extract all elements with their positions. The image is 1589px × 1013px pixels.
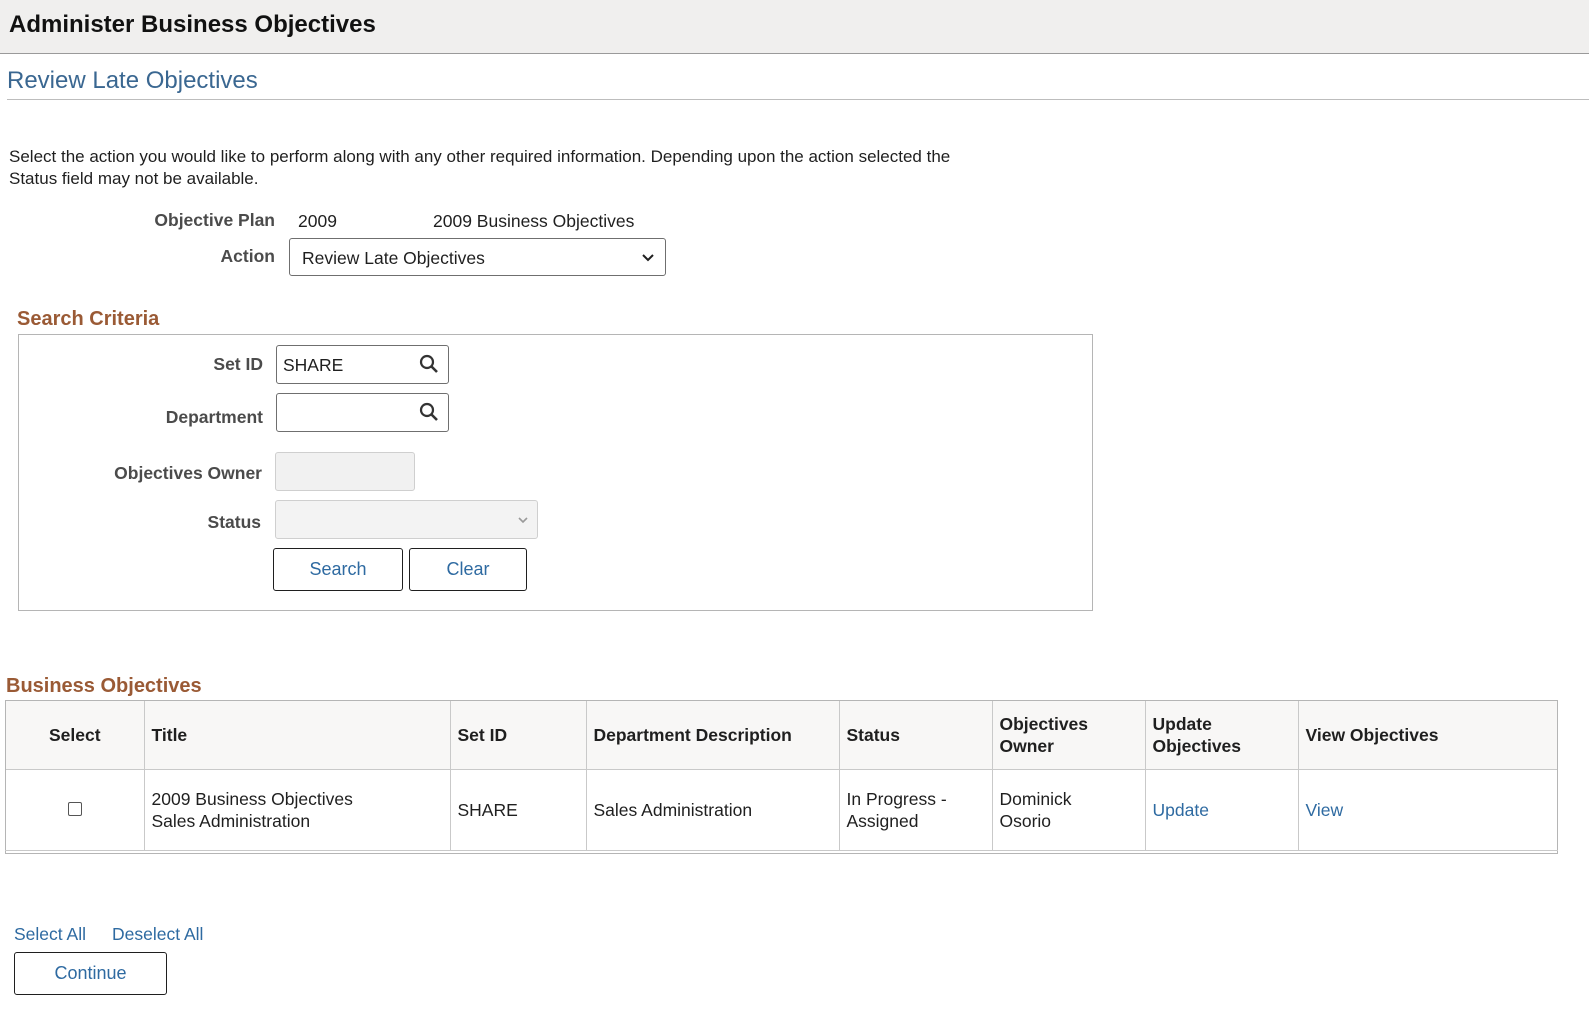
setid-input[interactable]: SHARE <box>276 345 449 384</box>
page-subtitle: Review Late Objectives <box>7 67 258 94</box>
column-header-setid: Set ID <box>450 701 587 770</box>
search-icon[interactable] <box>419 402 439 427</box>
update-cell: Update <box>1145 769 1299 851</box>
title-line: 2009 Business Objectives <box>151 789 353 810</box>
chevron-down-icon <box>517 513 529 532</box>
column-header-select: Select <box>6 701 145 770</box>
setid-value: SHARE <box>283 355 344 375</box>
update-link[interactable]: Update <box>1153 800 1209 820</box>
action-select[interactable]: Review Late Objectives <box>289 238 666 276</box>
department-label: Department <box>165 407 263 427</box>
owner-cell: Dominick Osorio <box>992 769 1146 851</box>
status-select <box>275 500 538 539</box>
status-label: Status <box>207 512 261 532</box>
page-header: Administer Business Objectives <box>0 0 1589 54</box>
page-title: Administer Business Objectives <box>9 11 376 38</box>
column-header-title: Title <box>144 701 451 770</box>
business-objectives-title: Business Objectives <box>6 675 202 697</box>
row-select-checkbox[interactable] <box>67 802 82 817</box>
select-all-link[interactable]: Select All <box>14 924 86 945</box>
search-button[interactable]: Search <box>273 548 403 591</box>
action-select-value: Review Late Objectives <box>302 248 485 268</box>
title-cell: 2009 Business Objectives Sales Administr… <box>144 769 451 851</box>
setid-label: Set ID <box>213 354 263 374</box>
view-link[interactable]: View <box>1306 800 1344 820</box>
status-line: Assigned <box>846 811 919 832</box>
owner-line: Osorio <box>999 811 1052 832</box>
business-objectives-grid: Select Title Set ID Department Descripti… <box>5 700 1558 854</box>
objectives-table: Select Title Set ID Department Descripti… <box>6 701 1557 851</box>
status-line: In Progress - <box>846 789 947 810</box>
search-criteria-title: Search Criteria <box>17 308 160 330</box>
status-cell: In Progress - Assigned <box>839 769 993 851</box>
column-header-update-objectives: Update Objectives <box>1145 701 1299 770</box>
search-icon[interactable] <box>419 354 439 379</box>
grid-bottom-divider <box>5 850 1558 851</box>
objective-plan-name: 2009 Business Objectives <box>433 211 635 231</box>
column-header-view-objectives: View Objectives <box>1298 701 1557 770</box>
clear-button[interactable]: Clear <box>409 548 527 591</box>
objectives-owner-input <box>275 452 415 491</box>
objective-plan-code: 2009 <box>298 211 337 231</box>
view-cell: View <box>1298 769 1557 851</box>
owner-line: Dominick <box>999 789 1072 810</box>
select-cell <box>6 769 145 851</box>
column-header-objectives-owner: Objectives Owner <box>992 701 1146 770</box>
column-header-department-description: Department Description <box>586 701 840 770</box>
instructions-text: Select the action you would like to perf… <box>9 147 951 188</box>
title-line: Sales Administration <box>151 811 311 832</box>
column-header-status: Status <box>839 701 993 770</box>
table-row: 2009 Business Objectives Sales Administr… <box>6 769 1557 851</box>
setid-cell: SHARE <box>450 769 587 851</box>
chevron-down-icon <box>641 248 655 271</box>
continue-button[interactable]: Continue <box>14 952 167 995</box>
department-description-cell: Sales Administration <box>586 769 840 851</box>
table-header-row: Select Title Set ID Department Descripti… <box>6 701 1557 770</box>
objectives-owner-label: Objectives Owner <box>114 463 262 483</box>
subtitle-divider <box>7 99 1589 100</box>
objective-plan-label: Objective Plan <box>154 210 275 230</box>
deselect-all-link[interactable]: Deselect All <box>112 924 203 945</box>
department-input[interactable] <box>276 393 449 432</box>
action-label: Action <box>220 246 275 266</box>
